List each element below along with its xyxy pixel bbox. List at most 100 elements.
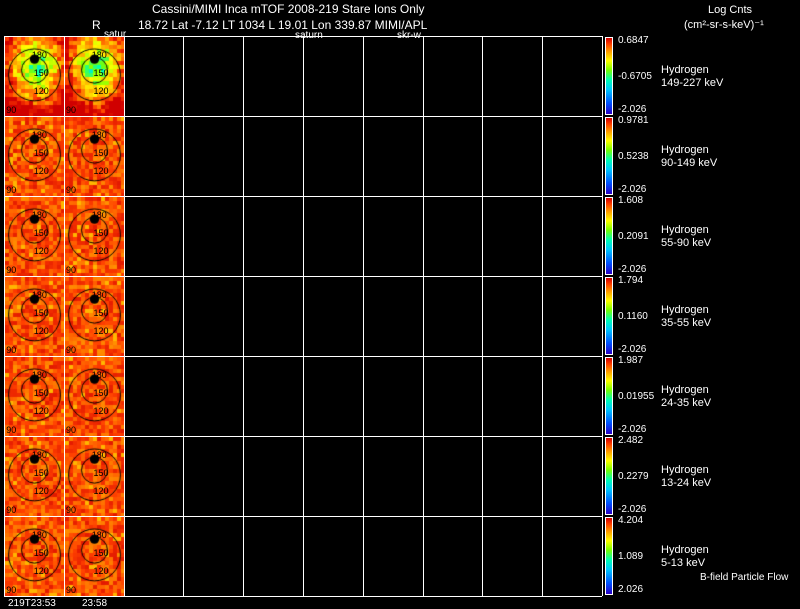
energy-range-label: 24-35 keV [661, 397, 712, 410]
colorbar-mid-value: -0.6705 [618, 70, 652, 82]
angle-tick-label: 120 [33, 405, 49, 416]
colorbar-mid-value: 0.1160 [618, 310, 648, 322]
angle-tick-label: 90 [65, 264, 76, 275]
pitch-angle-image: 180 150 120 90 [64, 37, 124, 116]
angle-tick-label: 120 [93, 245, 109, 256]
species-label: Hydrogen [661, 64, 709, 77]
angle-tick-label: 120 [93, 485, 109, 496]
colorbar-min-value: -2.026 [618, 104, 647, 115]
angle-tick-label: 90 [6, 104, 17, 115]
units-subtitle: (cm²-sr-s-keV)⁻¹ [684, 19, 764, 31]
pitch-angle-image: 180 150 120 90 [5, 357, 64, 436]
angle-tick-label: 90 [6, 584, 17, 595]
pitch-angle-image: 180 150 120 90 [5, 117, 64, 196]
colorbar-mid-value: 0.2279 [618, 470, 649, 482]
energy-range-label: 13-24 keV [661, 477, 712, 490]
angle-tick-label: 150 [93, 468, 109, 478]
grid-line-vertical [482, 36, 484, 596]
angle-tick-label: 180 [91, 370, 107, 381]
species-label: Hydrogen [661, 144, 709, 157]
angle-tick-label: 120 [33, 325, 49, 336]
colorbar [605, 517, 613, 595]
angle-tick-label: 150 [33, 148, 49, 158]
energy-range-label: 149-227 keV [661, 77, 724, 90]
angle-tick-label: 180 [91, 290, 107, 301]
energy-range-label: 90-149 keV [661, 157, 718, 170]
grid-line-vertical [303, 36, 304, 596]
r-label: R [92, 18, 101, 32]
angle-tick-label: 150 [93, 548, 109, 558]
colorbar-mid-value: 0.2091 [618, 230, 649, 242]
angle-tick-label: 180 [31, 290, 47, 301]
angle-tick-label: 90 [65, 184, 76, 195]
time-label-2: 23:58 [82, 598, 108, 609]
angle-tick-label: 120 [33, 565, 49, 576]
colorbar-max-value: 0.6847 [618, 35, 649, 46]
pitch-angle-image: 180 150 120 90 [64, 437, 124, 516]
species-label: Hydrogen [661, 464, 709, 477]
colorbar-max-value: 0.9781 [618, 115, 649, 126]
angle-tick-label: 180 [91, 130, 107, 141]
colorbar [605, 197, 613, 275]
colorbar-max-value: 2.482 [618, 435, 644, 446]
pitch-angle-image: 180 150 120 90 [5, 437, 64, 516]
colorbar-mid-value: 0.5238 [618, 150, 649, 162]
pitch-angle-image: 180 150 120 90 [64, 357, 124, 436]
species-label: Hydrogen [661, 544, 709, 557]
pitch-angle-image: 180 150 120 90 [64, 277, 124, 356]
header: Cassini/MIMI Inca mTOF 2008-219 Stare Io… [0, 2, 800, 41]
channel-label: Hydrogen 149-227 keV [661, 64, 723, 90]
angle-tick-label: 90 [65, 344, 76, 355]
image-grid: 180 150 120 90 180 150 120 90 180 150 120 90 180 150 1… [4, 36, 603, 597]
species-label: Hydrogen [661, 384, 709, 397]
pitch-angle-image: 180 150 120 90 [64, 517, 124, 596]
colorbar-mid-value: 1.089 [618, 550, 644, 562]
angle-tick-label: 90 [65, 584, 76, 595]
b-field-note: B-field Particle Flow [700, 572, 789, 583]
angle-tick-label: 90 [6, 504, 17, 515]
grid-line-vertical [542, 36, 544, 596]
angle-tick-label: 90 [6, 184, 17, 195]
angle-tick-label: 90 [65, 504, 76, 515]
angle-tick-label: 180 [91, 450, 107, 461]
angle-tick-label: 90 [6, 264, 17, 275]
angle-tick-label: 150 [93, 148, 109, 158]
angle-tick-label: 150 [33, 468, 49, 478]
channel-label: Hydrogen 13-24 keV [661, 464, 711, 490]
channel-label: Hydrogen 24-35 keV [661, 384, 711, 410]
angle-tick-label: 120 [93, 565, 109, 576]
colorbar-min-value: -2.026 [618, 184, 647, 195]
angle-tick-label: 120 [93, 85, 109, 96]
colorbar-max-value: 1.608 [618, 195, 644, 206]
species-label: Hydrogen [661, 304, 709, 317]
pitch-angle-image: 180 150 120 90 [5, 197, 64, 276]
colorbar-min-value: -2.026 [618, 264, 647, 275]
angle-tick-label: 150 [93, 388, 109, 398]
colorbar [605, 117, 613, 195]
angle-tick-label: 150 [93, 308, 109, 318]
grid-line-vertical [183, 36, 185, 596]
angle-tick-label: 120 [93, 405, 109, 416]
pitch-angle-image: 180 150 120 90 [64, 197, 124, 276]
grid-line-vertical [362, 36, 364, 596]
angle-tick-label: 150 [93, 228, 109, 238]
colorbar-max-value: 1.794 [618, 275, 644, 286]
species-label: Hydrogen [661, 224, 709, 237]
grid-line-vertical [422, 36, 424, 596]
angle-tick-label: 180 [31, 210, 47, 221]
colorbar-min-value: -2.026 [618, 504, 647, 515]
angle-tick-label: 180 [91, 50, 107, 61]
colorbar [605, 357, 613, 435]
colorbar [605, 437, 613, 515]
angle-tick-label: 150 [33, 388, 49, 398]
angle-tick-label: 180 [31, 50, 47, 61]
colorbar [605, 37, 613, 115]
angle-tick-label: 180 [91, 210, 107, 221]
channel-label: Hydrogen 90-149 keV [661, 144, 717, 170]
angle-tick-label: 90 [6, 344, 17, 355]
colorbar [605, 277, 613, 355]
angle-tick-label: 180 [31, 370, 47, 381]
colorbar-min-value: 2.026 [618, 584, 644, 595]
pitch-angle-image: 180 150 120 90 [5, 37, 64, 116]
angle-tick-label: 150 [33, 308, 49, 318]
